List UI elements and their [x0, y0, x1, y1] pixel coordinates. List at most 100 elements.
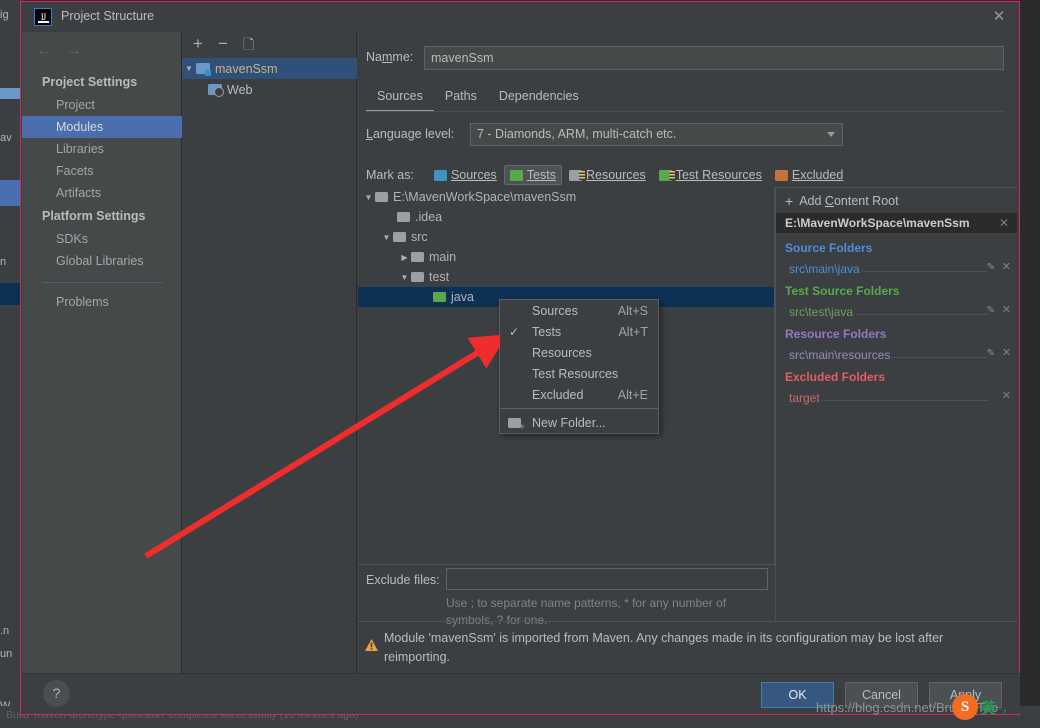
module-tree-row-mavenssm[interactable]: ▼ mavenSsm: [182, 58, 357, 79]
vertical-divider: [775, 565, 776, 621]
context-menu-label: Test Resources: [532, 366, 619, 381]
remove-content-root-icon[interactable]: ✕: [999, 217, 1009, 229]
sidebar-item-problems[interactable]: Problems: [22, 291, 182, 313]
language-level-select[interactable]: 7 - Diamonds, ARM, multi-catch etc.: [470, 123, 843, 146]
test-source-folder-path: src\test\java: [789, 305, 856, 319]
mark-as-resources-button[interactable]: Resources: [563, 165, 652, 185]
ime-language-label: 英: [981, 699, 997, 717]
content-tree-row-test[interactable]: ▼ test: [358, 267, 774, 287]
mark-as-sources-label: Sources: [450, 168, 497, 182]
context-menu-item-sources[interactable]: Sources Alt+S: [500, 300, 658, 321]
mark-as-label: Mark as:: [366, 168, 414, 182]
mark-as-sources-button[interactable]: Sources: [428, 165, 503, 185]
sidebar-item-sdks[interactable]: SDKs: [22, 228, 182, 250]
mark-as-context-menu: Sources Alt+S ✓ Tests Alt+T Resources Te…: [499, 299, 659, 434]
copy-module-icon[interactable]: 🗋: [243, 36, 254, 52]
module-editor-pane: Namme: Sources Paths Dependencies Langua…: [357, 32, 1018, 675]
sidebar-item-global-libraries[interactable]: Global Libraries: [22, 250, 182, 272]
background-text-fragment: un: [0, 648, 13, 660]
background-text-fragment: av: [0, 132, 12, 144]
add-module-button[interactable]: +: [193, 35, 203, 52]
pencil-icon[interactable]: ✎: [987, 262, 995, 273]
module-tree-row-web[interactable]: Web: [182, 79, 357, 100]
remove-folder-icon[interactable]: ✕: [1002, 389, 1011, 402]
language-level-mnemonic: L: [366, 127, 373, 141]
chevron-down-icon[interactable]: ▼: [380, 233, 393, 242]
content-tree-label: java: [451, 290, 474, 304]
test-resources-folder-icon: [658, 169, 675, 181]
excluded-folder-row[interactable]: target ✕: [776, 384, 1017, 405]
close-icon[interactable]: ✕: [991, 9, 1007, 25]
mark-as-test-resources-button[interactable]: Test Resources: [653, 165, 768, 185]
content-root-path: E:\MavenWorkSpace\mavenSsm: [785, 216, 970, 230]
content-tree-label: src: [411, 230, 428, 244]
remove-folder-icon[interactable]: ✕: [1002, 260, 1011, 273]
pencil-icon[interactable]: ✎: [987, 348, 995, 359]
sidebar-item-artifacts[interactable]: Artifacts: [22, 182, 182, 204]
sidebar-item-modules[interactable]: Modules: [22, 116, 182, 138]
content-roots-panel: + Add Content Root E:\MavenWorkSpace\mav…: [775, 187, 1017, 565]
module-tree-label: mavenSsm: [215, 61, 278, 76]
remove-folder-icon[interactable]: ✕: [1002, 346, 1011, 359]
background-text-fragment: .n: [0, 625, 10, 637]
content-tree-row-main[interactable]: ▶ main: [358, 247, 774, 267]
chevron-down-icon[interactable]: ▼: [182, 64, 196, 73]
name-label: Namme:: [366, 50, 414, 64]
context-menu-item-tests[interactable]: ✓ Tests Alt+T: [500, 321, 658, 342]
source-folder-row[interactable]: src\main\java ✎ ✕: [776, 255, 1017, 276]
name-label-mnemonic: m: [381, 50, 393, 64]
plus-icon: +: [785, 192, 794, 209]
context-menu-shortcut: Alt+E: [617, 387, 648, 402]
source-folder-path: src\main\java: [789, 262, 862, 276]
tab-paths[interactable]: Paths: [434, 86, 488, 112]
mark-as-excluded-button[interactable]: Excluded: [769, 165, 849, 185]
modules-panel: + − 🗋 ▼ mavenSsm Web: [182, 32, 357, 675]
context-menu-item-test-resources[interactable]: Test Resources: [500, 363, 658, 384]
content-tree-label: E:\MavenWorkSpace\mavenSsm: [393, 190, 577, 204]
dialog-title: Project Structure: [61, 9, 155, 23]
resource-folders-title: Resource Folders: [785, 327, 887, 341]
exclude-files-input[interactable]: [446, 568, 768, 590]
remove-folder-icon[interactable]: ✕: [1002, 303, 1011, 316]
content-tree-row-src[interactable]: ▼ src: [358, 227, 774, 247]
mark-as-tests-button[interactable]: Tests: [503, 165, 562, 185]
sidebar-item-libraries[interactable]: Libraries: [22, 138, 182, 160]
source-folders-title: Source Folders: [785, 241, 873, 255]
add-content-root-label: Add Content Root: [799, 193, 899, 208]
resources-folder-icon: [568, 169, 585, 181]
module-name-input[interactable]: [424, 46, 1004, 70]
sidebar-item-project[interactable]: Project: [22, 94, 182, 116]
excluded-folder-path: target: [789, 391, 822, 405]
chevron-down-icon[interactable]: ▼: [398, 273, 411, 282]
pencil-icon[interactable]: ✎: [987, 305, 995, 316]
context-menu-shortcut: Alt+T: [618, 324, 648, 339]
content-tree-row-idea[interactable]: .idea: [358, 207, 774, 227]
chevron-right-icon[interactable]: ▶: [398, 253, 411, 262]
project-structure-dialog: IJ Project Structure ✕ ←→ Project Settin…: [20, 1, 1020, 715]
help-button[interactable]: ?: [43, 680, 70, 707]
context-menu-label: Resources: [532, 345, 592, 360]
sidebar-item-facets[interactable]: Facets: [22, 160, 182, 182]
web-facet-icon: [208, 84, 224, 97]
language-level-label: Language level:: [366, 127, 454, 141]
chevron-down-icon[interactable]: ▼: [362, 193, 375, 202]
mark-as-toolbar: Mark as: Sources Tests Resources Test Re…: [366, 164, 850, 186]
tab-sources[interactable]: Sources: [366, 86, 434, 112]
context-menu-item-excluded[interactable]: Excluded Alt+E: [500, 384, 658, 405]
chevron-down-icon: [827, 132, 835, 137]
add-content-root-button[interactable]: + Add Content Root: [776, 188, 1017, 213]
folder-icon: [411, 272, 424, 282]
resource-folder-row[interactable]: src\main\resources ✎ ✕: [776, 341, 1017, 362]
tab-dependencies[interactable]: Dependencies: [488, 86, 590, 112]
context-menu-item-new-folder[interactable]: New Folder...: [500, 412, 658, 433]
context-menu-label: Sources: [532, 303, 578, 318]
sidebar-divider: [42, 282, 162, 283]
ime-punct-label: ·，: [998, 700, 1015, 715]
context-menu-shortcut: Alt+S: [617, 303, 648, 318]
content-tree-row-root[interactable]: ▼ E:\MavenWorkSpace\mavenSsm: [358, 187, 774, 207]
context-menu-item-resources[interactable]: Resources: [500, 342, 658, 363]
nav-history-arrows[interactable]: ←→: [36, 42, 96, 60]
excluded-folder-icon: [774, 169, 788, 181]
test-source-folder-row[interactable]: src\test\java ✎ ✕: [776, 298, 1017, 319]
remove-module-button[interactable]: −: [218, 35, 228, 52]
